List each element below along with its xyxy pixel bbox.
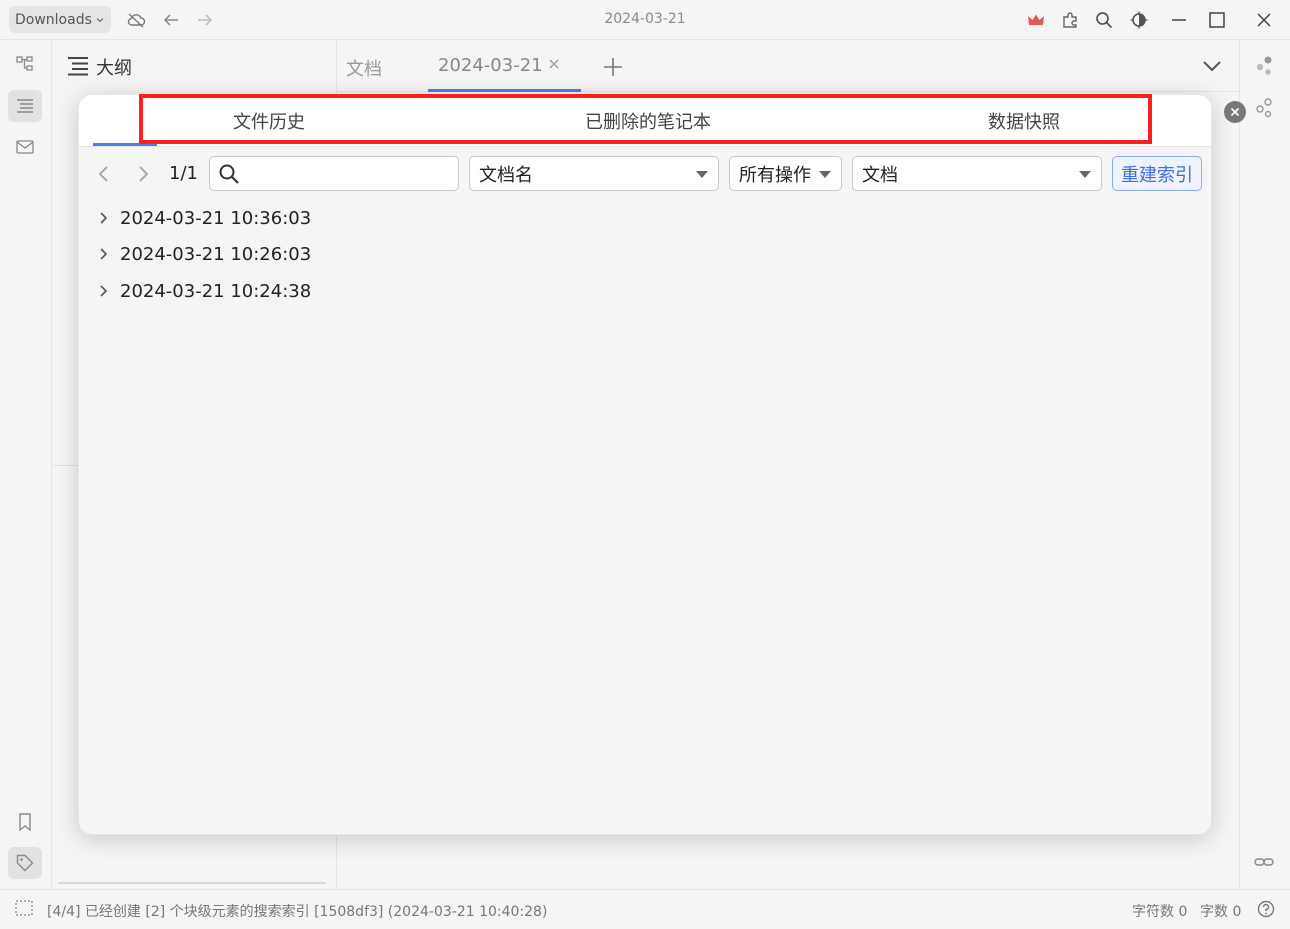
crown-icon[interactable] xyxy=(1025,9,1047,31)
new-tab-icon[interactable] xyxy=(602,56,624,78)
graph-view-icon[interactable] xyxy=(1254,56,1274,76)
workspace-switcher[interactable]: Downloads xyxy=(9,6,111,33)
tab-active-label: 2024-03-21 xyxy=(438,55,543,76)
search-input[interactable] xyxy=(246,164,446,183)
tag-icon[interactable] xyxy=(8,847,42,879)
window-title: 2024-03-21 xyxy=(604,11,686,27)
file-tree-icon[interactable] xyxy=(8,48,42,80)
search-field[interactable] xyxy=(209,156,459,191)
next-page-icon[interactable] xyxy=(133,164,153,184)
tab-doc[interactable]: 文档 xyxy=(346,55,382,81)
back-arrow-icon[interactable] xyxy=(160,9,182,31)
tab-close-icon[interactable] xyxy=(548,58,560,70)
minimize-icon[interactable] xyxy=(1168,9,1190,31)
status-message: [4/4] 已经创建 [2] 个块级元素的搜索索引 [1508df3] (202… xyxy=(47,904,548,920)
prev-page-icon[interactable] xyxy=(94,164,114,184)
outline-icon xyxy=(67,56,89,76)
scrollbar[interactable] xyxy=(58,882,326,884)
char-count: 字符数 0 xyxy=(1132,904,1188,920)
close-dialog-icon[interactable] xyxy=(1224,101,1246,123)
history-entry[interactable]: 2024-03-21 10:24:38 xyxy=(96,276,311,306)
doc-name-select[interactable]: 文档名 xyxy=(469,156,719,191)
highlight-box xyxy=(139,94,1152,144)
type-select-value: 文档 xyxy=(862,164,898,186)
chevron-right-icon xyxy=(96,211,110,225)
close-window-icon[interactable] xyxy=(1253,9,1275,31)
history-entry[interactable]: 2024-03-21 10:36:03 xyxy=(96,203,311,233)
history-entry-label: 2024-03-21 10:36:03 xyxy=(120,207,312,229)
history-entry-label: 2024-03-21 10:24:38 xyxy=(120,280,312,302)
help-icon[interactable] xyxy=(1257,900,1275,918)
chevron-down-icon xyxy=(95,15,105,25)
workspace-label: Downloads xyxy=(15,11,92,28)
puzzle-icon[interactable] xyxy=(1059,9,1081,31)
chevron-right-icon xyxy=(96,247,110,261)
history-entry-label: 2024-03-21 10:26:03 xyxy=(120,243,312,265)
left-dock xyxy=(0,40,52,889)
inbox-icon[interactable] xyxy=(8,131,42,163)
page-indicator: 1/1 xyxy=(169,163,198,184)
cloud-off-icon[interactable] xyxy=(125,9,147,31)
history-entry[interactable]: 2024-03-21 10:26:03 xyxy=(96,239,311,269)
maximize-icon[interactable] xyxy=(1206,9,1228,31)
caret-down-icon xyxy=(696,171,708,178)
right-dock xyxy=(1239,40,1290,889)
outline-title: 大纲 xyxy=(96,58,132,79)
global-graph-icon[interactable] xyxy=(1254,98,1274,118)
caret-down-icon xyxy=(1079,171,1091,178)
outline-dock-icon[interactable] xyxy=(8,90,42,122)
operation-select[interactable]: 所有操作 xyxy=(729,156,842,191)
word-count: 字数 0 xyxy=(1200,904,1242,920)
forward-arrow-icon[interactable] xyxy=(194,9,216,31)
type-select[interactable]: 文档 xyxy=(852,156,1102,191)
bookmark-icon[interactable] xyxy=(8,806,42,838)
theme-mode-icon[interactable] xyxy=(1128,9,1150,31)
operation-select-value: 所有操作 xyxy=(739,164,811,186)
chevron-down-icon[interactable] xyxy=(1201,58,1223,74)
caret-down-icon xyxy=(819,171,831,178)
chevron-right-icon xyxy=(96,284,110,298)
backlink-icon[interactable] xyxy=(1254,854,1274,870)
layout-icon[interactable] xyxy=(15,900,33,916)
search-icon[interactable] xyxy=(1093,9,1115,31)
doc-name-select-value: 文档名 xyxy=(479,164,533,186)
search-icon xyxy=(218,163,240,185)
rebuild-index-button[interactable]: 重建索引 xyxy=(1112,156,1202,191)
